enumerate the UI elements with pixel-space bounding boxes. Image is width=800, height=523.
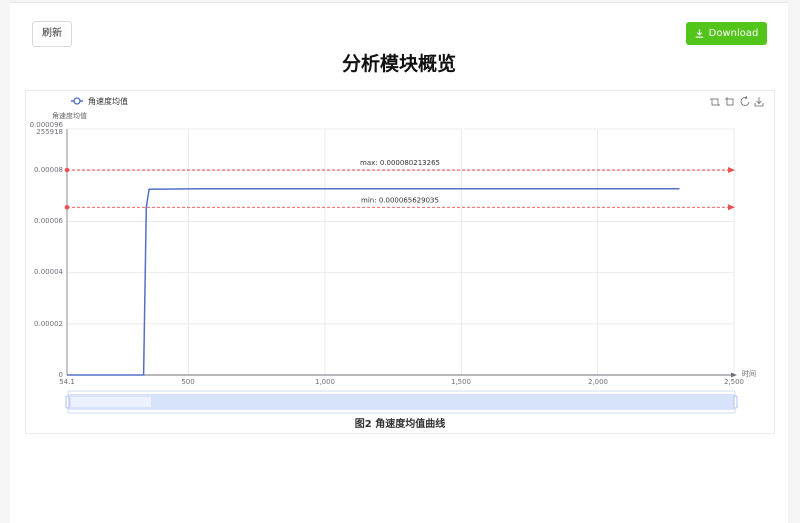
data-zoom-preview bbox=[71, 397, 151, 407]
zoom-icon[interactable] bbox=[710, 98, 720, 106]
y-tick-label: 0.00008 bbox=[34, 166, 63, 174]
legend-item[interactable]: 角速度均值 bbox=[71, 96, 128, 106]
restore-icon[interactable] bbox=[740, 95, 750, 106]
page-container: 刷新 Download 分析模块概览 角速度均值 角速度均值 时间 54.1 5… bbox=[10, 2, 788, 523]
y-tick-label: 0.00002 bbox=[34, 320, 63, 328]
x-axis-name: 时间 bbox=[742, 369, 756, 378]
x-tick-label: 54.1 bbox=[59, 378, 75, 386]
mark-line-label: min: 0.000065629035 bbox=[361, 196, 439, 204]
mark-line-start-point bbox=[64, 167, 70, 173]
series-line bbox=[67, 187, 680, 376]
y-tick-label: 0.00004 bbox=[34, 268, 63, 276]
y-axis-name: 角速度均值 bbox=[52, 111, 87, 120]
mark-line-label: max: 0.000080213265 bbox=[360, 159, 440, 167]
y-tick-label: 0 bbox=[59, 371, 63, 379]
x-tick-label: 500 bbox=[181, 378, 194, 386]
data-zoom-range[interactable] bbox=[68, 394, 735, 410]
x-tick-label: 2,000 bbox=[588, 378, 608, 386]
legend-label: 角速度均值 bbox=[88, 96, 128, 106]
mark-lines: max: 0.000080213265 min: 0.000065629035 bbox=[64, 159, 735, 211]
legend-marker-icon bbox=[73, 97, 81, 105]
y-tick-label-max: 0.000096 255918 bbox=[30, 121, 64, 136]
x-tick-label: 1,000 bbox=[315, 378, 335, 386]
x-tick-label: 1,500 bbox=[451, 378, 471, 386]
data-zoom-slider[interactable] bbox=[65, 390, 738, 414]
data-zoom-left-handle[interactable] bbox=[65, 395, 70, 409]
x-tick-label: 2,500 bbox=[724, 378, 744, 386]
save-image-icon[interactable] bbox=[754, 97, 764, 107]
data-zoom-right-handle[interactable] bbox=[733, 395, 738, 409]
chart-caption: 图2 角速度均值曲线 bbox=[354, 419, 446, 430]
zoom-reset-icon[interactable] bbox=[725, 97, 734, 106]
y-tick-label: 0.00006 bbox=[34, 217, 63, 225]
chart-card: 角速度均值 角速度均值 时间 54.1 500 1,000 1,500 2,00… bbox=[25, 90, 775, 434]
mark-line-start-point bbox=[64, 204, 70, 210]
